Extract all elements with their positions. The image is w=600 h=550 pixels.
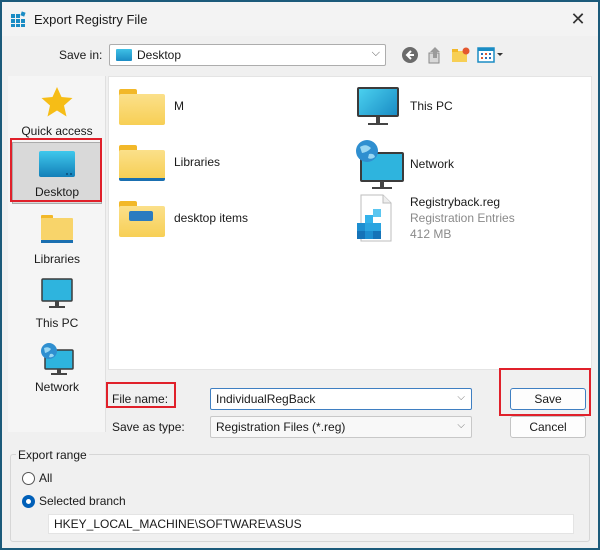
file-type: Registration Entries: [410, 211, 515, 225]
window-title: Export Registry File: [34, 12, 148, 27]
reg-file-icon: [357, 194, 392, 242]
save-button[interactable]: Save: [510, 388, 586, 410]
network-icon: [356, 140, 404, 189]
file-name-label: File name:: [112, 392, 169, 406]
up-folder-button[interactable]: [426, 46, 446, 66]
save-in-dropdown[interactable]: Desktop ⌵: [109, 44, 386, 66]
file-item-m[interactable]: M: [119, 89, 319, 137]
back-button[interactable]: [401, 46, 421, 66]
export-range-title: Export range: [16, 448, 89, 462]
file-item-desktop-items[interactable]: desktop items: [119, 201, 319, 249]
file-name: desktop items: [174, 211, 249, 225]
file-item-this-pc[interactable]: This PC: [355, 87, 575, 135]
folder-icon: [119, 201, 165, 237]
radio-label: All: [39, 471, 53, 485]
radio-label: Selected branch: [39, 494, 126, 508]
save-as-type-dropdown[interactable]: Registration Files (*.reg) ⌵: [210, 416, 472, 438]
place-label: Quick access: [21, 124, 93, 138]
chevron-down-icon: ⌵: [371, 47, 380, 59]
file-item-libraries[interactable]: Libraries: [119, 145, 319, 193]
back-icon: [402, 47, 418, 63]
desktop-icon: [116, 49, 132, 61]
title-bar: Export Registry File ✕: [2, 2, 598, 36]
close-button[interactable]: ✕: [562, 6, 594, 32]
libraries-icon: [41, 215, 73, 243]
new-folder-icon: [452, 47, 470, 62]
file-size: 412 MB: [410, 227, 452, 241]
desktop-icon: [39, 151, 75, 177]
this-pc-icon: [41, 278, 73, 308]
cancel-button[interactable]: Cancel: [510, 416, 586, 438]
file-name: Registryback.reg: [410, 195, 501, 209]
save-as-type-label: Save as type:: [112, 420, 185, 434]
up-folder-icon: [428, 47, 440, 64]
network-icon: [41, 343, 74, 375]
file-name-input[interactable]: IndividualRegBack ⌵: [210, 388, 472, 410]
close-icon: ✕: [570, 9, 586, 29]
radio-indicator: [22, 495, 35, 508]
file-item-registryback[interactable]: Registryback.reg Registration Entries 41…: [355, 193, 585, 253]
folder-icon: [119, 89, 165, 125]
view-menu-icon: [477, 47, 503, 63]
selected-branch-input[interactable]: HKEY_LOCAL_MACHINE\SOFTWARE\ASUS: [48, 514, 574, 534]
place-label: Libraries: [33, 252, 81, 266]
chevron-down-icon[interactable]: ⌵: [457, 392, 465, 403]
file-item-network[interactable]: Network: [355, 139, 575, 189]
libraries-folder-icon: [119, 145, 165, 181]
file-name: Libraries: [174, 155, 221, 169]
registry-editor-icon: [11, 11, 26, 27]
file-name: This PC: [410, 99, 453, 113]
save-in-label: Save in:: [59, 48, 103, 62]
place-network[interactable]: Network: [12, 336, 102, 398]
save-in-value: Desktop: [137, 48, 182, 62]
place-label: This PC: [35, 316, 79, 330]
file-name-value: IndividualRegBack: [216, 392, 316, 406]
save-as-type-value: Registration Files (*.reg): [216, 420, 346, 434]
place-label: Network: [34, 380, 79, 394]
radio-indicator: [22, 472, 35, 485]
file-list[interactable]: M Libraries desktop items This PC Networ…: [108, 76, 592, 370]
file-name: Network: [410, 157, 455, 171]
places-bar: Quick access Desktop Libraries This PC N…: [8, 76, 106, 432]
view-menu-button[interactable]: [477, 46, 507, 66]
place-desktop[interactable]: Desktop: [12, 142, 102, 204]
place-label: Desktop: [34, 185, 80, 199]
new-folder-button[interactable]: [451, 46, 471, 66]
export-registry-dialog: Export Registry File ✕ Save in: Desktop …: [0, 0, 600, 550]
chevron-down-icon: ⌵: [457, 420, 465, 431]
this-pc-icon: [355, 87, 401, 129]
file-name: M: [174, 99, 184, 113]
star-icon: [41, 87, 73, 117]
place-quick-access[interactable]: Quick access: [12, 80, 102, 142]
place-libraries[interactable]: Libraries: [12, 208, 102, 270]
place-this-pc[interactable]: This PC: [12, 272, 102, 334]
